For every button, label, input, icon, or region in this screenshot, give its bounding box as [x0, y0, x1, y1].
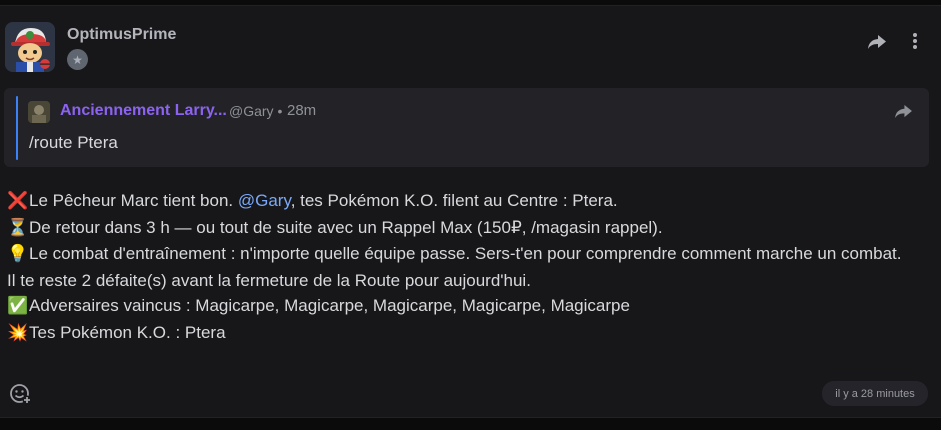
quoted-author-name[interactable]: Anciennement Larry... [60, 102, 227, 120]
cooldown-line: ⏳De retour dans 3 h — ou tout de suite a… [7, 215, 922, 242]
tip-text: Le combat d'entraînement : n'importe que… [29, 244, 902, 264]
message-timestamp: il y a 28 minutes [822, 381, 928, 406]
author-name[interactable]: OptimusPrime [67, 26, 176, 44]
quoted-author-avatar[interactable] [28, 101, 50, 123]
star-icon: ★ [67, 49, 88, 70]
quoted-handle-text: @Gary [229, 103, 274, 119]
collision-icon: 💥 [7, 322, 29, 343]
share-icon[interactable] [892, 101, 914, 121]
message-card: OptimusPrime ★ Anciennement Larry... @Ga… [0, 5, 941, 418]
defeated-opponents-line: ✅Adversaires vaincus : Magicarpe, Magica… [7, 293, 922, 320]
quoted-text: /route Ptera [29, 133, 118, 152]
author-avatar[interactable] [5, 22, 55, 72]
ko-pokemon-line: 💥Tes Pokémon K.O. : Ptera [7, 320, 922, 347]
user-mention[interactable]: @Gary [238, 191, 291, 210]
cross-mark-icon: ❌ [7, 191, 29, 211]
result-line: ❌Le Pêcheur Marc tient bon. @Gary, tes P… [7, 188, 922, 215]
result-text: Le Pêcheur Marc tient bon. [29, 191, 238, 210]
light-bulb-icon: 💡 [7, 244, 29, 265]
trainer-avatar-image [5, 22, 55, 72]
ko-pokemon-text: Tes Pokémon K.O. : Ptera [29, 322, 226, 342]
defeated-opponents-text: Adversaires vaincus : Magicarpe, Magicar… [29, 296, 630, 316]
add-reaction-icon[interactable] [9, 382, 32, 405]
quoted-author-handle: @Gary • [229, 103, 282, 119]
more-vertical-icon[interactable] [905, 28, 925, 54]
hourglass-icon: ⏳ [7, 217, 29, 238]
message-body: ❌Le Pêcheur Marc tient bon. @Gary, tes P… [7, 188, 922, 347]
quoted-separator: • [277, 103, 283, 119]
tip-line: 💡Le combat d'entraînement : n'importe qu… [7, 241, 922, 268]
quoted-avatar-image [28, 101, 50, 123]
check-mark-icon: ✅ [7, 296, 29, 317]
share-icon[interactable] [865, 32, 889, 52]
cooldown-text: De retour dans 3 h — ou tout de suite av… [29, 217, 663, 237]
quote-accent-bar [16, 96, 18, 160]
defeats-remaining-line: Il te reste 2 défaite(s) avant la fermet… [7, 270, 531, 290]
quoted-time: 28m [287, 102, 317, 119]
result-text-end: , tes Pokémon K.O. filent au Centre : Pt… [290, 191, 618, 210]
quoted-message[interactable]: Anciennement Larry... @Gary • 28m /route… [4, 88, 929, 167]
